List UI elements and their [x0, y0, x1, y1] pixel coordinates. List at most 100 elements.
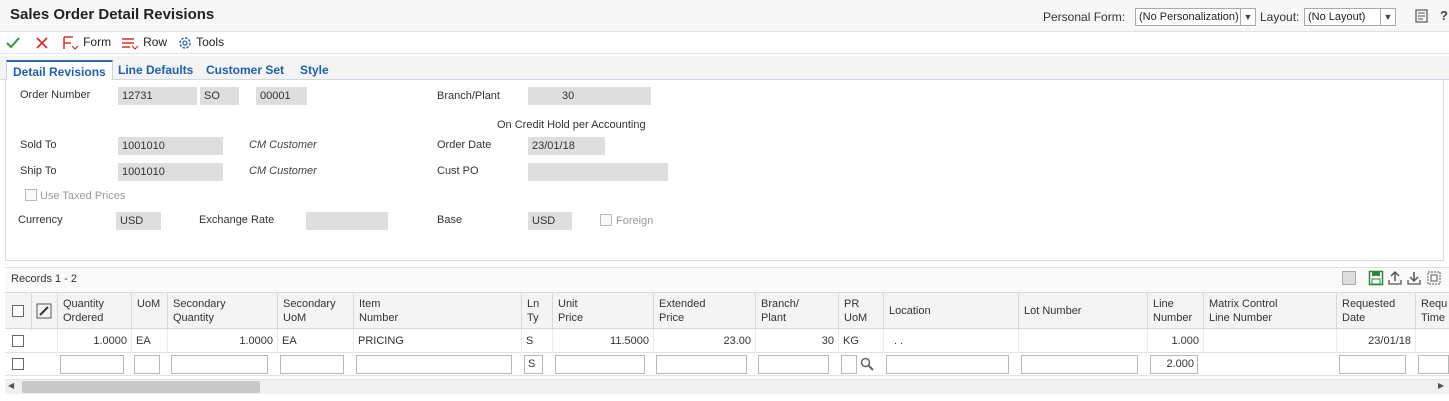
edit-pencil-icon[interactable] [36, 303, 52, 319]
layout-value: (No Layout) [1308, 11, 1366, 23]
tab-detail-revisions[interactable]: Detail Revisions [6, 60, 113, 81]
help-icon[interactable]: ? [1440, 8, 1448, 23]
save-grid-icon[interactable] [1368, 270, 1384, 286]
col-line-type[interactable]: Ln Ty [522, 293, 553, 330]
row-select-checkbox[interactable] [12, 358, 24, 370]
col-secondary-uom[interactable]: Secondary UoM [278, 293, 354, 330]
ok-check-icon[interactable] [5, 35, 21, 51]
branch-plant-label: Branch/Plant [437, 90, 500, 102]
tab-line-defaults[interactable]: Line Defaults [118, 63, 193, 77]
input-line-type[interactable]: S [524, 355, 543, 374]
input-unit-price[interactable] [555, 355, 645, 374]
input-uom[interactable] [134, 355, 160, 374]
base-field: USD [528, 212, 572, 230]
branch-plant-field: 30 [528, 87, 651, 105]
cell-lot-number[interactable] [1019, 330, 1148, 353]
col-requested-date[interactable]: Requested Date [1337, 293, 1416, 330]
col-matrix-control-line[interactable]: Matrix Control Line Number [1204, 293, 1337, 330]
row-menu-label: Row [143, 35, 168, 49]
col-item-number[interactable]: Item Number [354, 293, 522, 330]
table-row[interactable]: 1.0000 EA 1.0000 EA PRICING S 11.5000 23… [5, 330, 1449, 353]
col-extended-price[interactable]: Extended Price [654, 293, 756, 330]
col-uom-label-1: UoM [137, 298, 161, 310]
col-requested-time[interactable]: Requ Time [1416, 293, 1449, 330]
input-requested-date[interactable] [1339, 355, 1406, 374]
scrollbar-thumb[interactable] [22, 381, 260, 393]
col-lot-number[interactable]: Lot Number [1019, 293, 1148, 330]
cell-line-type[interactable]: S [522, 330, 553, 353]
personal-form-label: Personal Form: [1043, 10, 1126, 24]
cell-uom[interactable]: EA [132, 330, 168, 353]
personal-form-value: (No Personalization) [1139, 11, 1239, 23]
col-uom[interactable]: UoM [132, 293, 168, 330]
col-requested-date-label-1: Requested [1342, 298, 1396, 310]
input-extended-price[interactable] [656, 355, 747, 374]
credit-hold-text: On Credit Hold per Accounting [497, 119, 646, 131]
cell-secondary-uom[interactable]: EA [278, 330, 354, 353]
exchange-rate-label: Exchange Rate [199, 214, 275, 226]
row-select-checkbox[interactable] [12, 335, 24, 347]
import-icon[interactable] [1406, 270, 1422, 286]
export-icon[interactable] [1387, 270, 1403, 286]
cell-quantity-ordered[interactable]: 1.0000 [58, 330, 132, 353]
input-quantity-ordered[interactable] [60, 355, 124, 374]
col-pr-uom-label-2: UoM [844, 312, 868, 324]
cell-requested-time[interactable] [1416, 330, 1449, 353]
scroll-left-arrow-icon[interactable]: ◀ [8, 381, 14, 390]
chevron-down-icon[interactable]: ▼ [1380, 8, 1396, 26]
col-secondary-quantity-label-1: Secondary [173, 298, 226, 310]
tools-menu-button[interactable]: Tools [177, 35, 224, 51]
tab-style[interactable]: Style [300, 63, 329, 77]
input-line-number[interactable]: 2.000 [1150, 355, 1198, 374]
base-label: Base [437, 214, 463, 226]
scroll-right-arrow-icon[interactable]: ▶ [1438, 381, 1444, 390]
col-location[interactable]: Location [884, 293, 1019, 330]
search-icon[interactable] [860, 357, 874, 371]
row-menu-button[interactable]: Row [120, 35, 167, 51]
col-quantity-ordered[interactable]: Quantity Ordered [58, 293, 132, 330]
cell-matrix-control-line[interactable] [1204, 330, 1337, 353]
input-secondary-uom[interactable] [280, 355, 344, 374]
cell-line-number[interactable]: 1.000 [1148, 330, 1204, 353]
tab-customer-set[interactable]: Customer Set [206, 63, 284, 77]
row-attachment-cell [32, 330, 58, 353]
currency-label: Currency [18, 214, 63, 226]
layout-select[interactable]: (No Layout) ▼ [1304, 8, 1396, 26]
order-number-field: 12731 [118, 87, 197, 105]
maximize-grid-icon[interactable] [1426, 270, 1442, 286]
cell-secondary-quantity[interactable]: 1.0000 [168, 330, 278, 353]
col-line-type-label-2: Ty [527, 312, 539, 324]
col-pr-uom[interactable]: PR UoM [839, 293, 884, 330]
input-branch-plant[interactable] [758, 355, 829, 374]
col-secondary-quantity[interactable]: Secondary Quantity [168, 293, 278, 330]
input-requested-time[interactable] [1418, 355, 1449, 374]
input-pr-uom[interactable] [841, 355, 857, 374]
select-all-checkbox[interactable] [12, 305, 24, 317]
chevron-down-icon[interactable]: ▼ [1240, 8, 1256, 26]
cell-pr-uom[interactable]: KG [839, 330, 884, 353]
cell-location[interactable]: . . [884, 330, 1019, 353]
cell-requested-date[interactable]: 23/01/18 [1337, 330, 1416, 353]
col-requested-time-label-1: Requ [1421, 298, 1448, 310]
col-unit-price[interactable]: Unit Price [553, 293, 654, 330]
input-item-number[interactable] [356, 355, 512, 374]
col-secondary-uom-label-1: Secondary [283, 298, 336, 310]
col-line-number-label-2: Number [1153, 312, 1193, 324]
cancel-x-icon[interactable] [34, 35, 50, 51]
grid-settings-icon[interactable] [1342, 271, 1356, 285]
cell-branch-plant[interactable]: 30 [756, 330, 839, 353]
input-lot-number[interactable] [1021, 355, 1138, 374]
form-menu-button[interactable]: Form [62, 35, 111, 51]
table-row-entry[interactable]: S 2.000 [5, 353, 1449, 376]
personal-form-select[interactable]: (No Personalization) ▼ [1135, 8, 1256, 26]
cell-item-number[interactable]: PRICING [354, 330, 522, 353]
col-branch-plant[interactable]: Branch/Plant [756, 293, 839, 330]
col-line-number[interactable]: Line Number [1148, 293, 1204, 330]
cell-extended-price[interactable]: 23.00 [654, 330, 756, 353]
cell-unit-price[interactable]: 11.5000 [553, 330, 654, 353]
col-quantity-ordered-label-2: Ordered [63, 312, 104, 324]
col-matrix-control-line-label-1: Matrix Control [1209, 298, 1278, 310]
input-secondary-quantity[interactable] [171, 355, 268, 374]
input-location[interactable] [886, 355, 1009, 374]
notes-icon[interactable] [1414, 8, 1430, 24]
